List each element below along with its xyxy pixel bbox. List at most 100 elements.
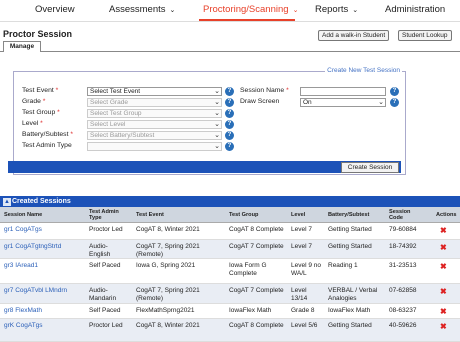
create-session-button[interactable]: Create Session [341, 162, 399, 173]
level-cell: Level 5/6 [291, 322, 318, 329]
col-level[interactable]: Level [291, 212, 305, 218]
session-name-link[interactable]: gr7 CogATvbl LMndrn [4, 287, 67, 295]
delete-icon[interactable]: ✖ [440, 263, 447, 271]
session-name-link[interactable]: gr3 IAread1 [4, 262, 38, 270]
test-group-cell: IowaFlex Math [229, 307, 272, 314]
level-label: Level * [22, 120, 43, 127]
session-code-cell: 40-59626 [389, 322, 417, 329]
help-icon[interactable]: ? [225, 120, 234, 129]
nav-administration[interactable]: Administration [385, 4, 445, 15]
battery-subtest-select[interactable]: Select Battery/Subtest ⌄ [87, 131, 222, 140]
student-lookup-button[interactable]: Student Lookup [398, 30, 452, 41]
draw-screen-select[interactable]: On ⌄ [300, 98, 386, 107]
table-row: gr1 CogATgtngStrtd Audio-English CogAT 7… [0, 240, 460, 259]
chevron-down-icon: ⌄ [292, 7, 299, 14]
test-group-cell: CogAT 7 Complete [229, 287, 284, 294]
col-battery-subtest[interactable]: Battery/Subtest [328, 212, 369, 218]
chevron-down-icon: ⌄ [214, 99, 220, 106]
help-icon[interactable]: ? [225, 98, 234, 107]
level-cell: Level 13/14 [291, 287, 308, 302]
test-admin-type-select[interactable]: ⌄ [87, 142, 222, 151]
battery-cell: IowaFlex Math [328, 307, 371, 314]
create-session-panel: Create New Test Session Test Event * Sel… [13, 67, 406, 175]
test-admin-type-label: Test Admin Type [22, 142, 72, 149]
nav-overview[interactable]: Overview [35, 4, 75, 15]
session-name-link[interactable]: gr1 CogATgs [4, 226, 42, 234]
session-name-label: Session Name * [240, 87, 289, 94]
collapse-icon[interactable]: ▲ [3, 198, 11, 206]
table-row: gr7 CogATvbl LMndrn Audio-Mandarin CogAT… [0, 284, 460, 304]
nav-administration-label: Administration [385, 4, 446, 15]
help-icon[interactable]: ? [225, 142, 234, 151]
sessions-table-header: Session Name Test Admin Type Test Event … [0, 207, 460, 223]
table-row: gr3 IAread1 Self Paced Iowa G, Spring 20… [0, 259, 460, 284]
test-event-cell: Iowa G, Spring 2021 [136, 262, 196, 269]
nav-proctoring-label: Proctoring/Scanning [203, 4, 289, 15]
admin-type-cell: Self Paced [89, 262, 121, 269]
col-session-code[interactable]: Session Code [389, 209, 415, 221]
test-group-label: Test Group * [22, 109, 60, 116]
chevron-down-icon: ⌄ [169, 7, 176, 14]
battery-cell: VERBAL / Verbal Analogies [328, 287, 378, 302]
active-tab-underline [199, 19, 295, 21]
col-test-event[interactable]: Test Event [136, 212, 164, 218]
delete-icon[interactable]: ✖ [440, 244, 447, 252]
admin-type-cell: Proctor Led [89, 322, 123, 329]
created-sessions-header: Created Sessions [0, 196, 460, 207]
nav-assessments[interactable]: Assessments ⌄ [109, 4, 175, 15]
test-group-cell: CogAT 7 Complete [229, 243, 284, 250]
help-icon[interactable]: ? [390, 98, 399, 107]
draw-screen-label: Draw Screen [240, 98, 280, 105]
chevron-down-icon: ⌄ [378, 99, 384, 106]
help-icon[interactable]: ? [225, 87, 234, 96]
header-divider [0, 51, 460, 52]
level-cell: Level 7 [291, 243, 312, 250]
help-icon[interactable]: ? [225, 109, 234, 118]
session-code-cell: 07-62858 [389, 287, 417, 294]
add-walkin-student-button[interactable]: Add a walk-in Student [318, 30, 390, 41]
col-session-name[interactable]: Session Name [4, 212, 42, 218]
test-event-select[interactable]: Select Test Event ⌄ [87, 87, 222, 96]
session-name-link[interactable]: grK CogATgs [4, 322, 43, 330]
col-test-admin-type[interactable]: Test Admin Type [89, 209, 125, 221]
level-select[interactable]: Select Level ⌄ [87, 120, 222, 129]
test-group-cell: Iowa Form G Complete [229, 262, 267, 277]
battery-cell: Getting Started [328, 226, 372, 233]
test-group-select[interactable]: Select Test Group ⌄ [87, 109, 222, 118]
chevron-down-icon: ⌄ [214, 88, 220, 95]
session-code-cell: 18-74392 [389, 243, 417, 250]
admin-type-cell: Audio-Mandarin [89, 287, 117, 302]
col-test-group[interactable]: Test Group [229, 212, 258, 218]
test-event-label: Test Event * [22, 87, 59, 94]
battery-cell: Getting Started [328, 243, 372, 250]
nav-proctoring-scanning[interactable]: Proctoring/Scanning ⌄ [203, 4, 298, 15]
session-code-cell: 79-60884 [389, 226, 417, 233]
session-name-link[interactable]: gr8 FlexMath [4, 307, 42, 315]
grade-label: Grade * [22, 98, 46, 105]
panel-legend: Create New Test Session [325, 67, 402, 74]
session-name-link[interactable]: gr1 CogATgtngStrtd [4, 243, 61, 251]
tab-manage[interactable]: Manage [3, 41, 41, 52]
test-event-cell: CogAT 7, Spring 2021 (Remote) [136, 287, 200, 302]
delete-icon[interactable]: ✖ [440, 288, 447, 296]
battery-cell: Reading 1 [328, 262, 358, 269]
chevron-down-icon: ⌄ [214, 132, 220, 139]
test-event-cell: CogAT 7, Spring 2021 (Remote) [136, 243, 200, 258]
delete-icon[interactable]: ✖ [440, 308, 447, 316]
nav-reports[interactable]: Reports ⌄ [315, 4, 358, 15]
top-nav: Overview Assessments ⌄ Proctoring/Scannin… [0, 0, 460, 22]
chevron-down-icon: ⌄ [352, 7, 359, 14]
grade-select[interactable]: Select Grade ⌄ [87, 98, 222, 107]
session-code-cell: 08-63237 [389, 307, 417, 314]
delete-icon[interactable]: ✖ [440, 227, 447, 235]
help-icon[interactable]: ? [390, 87, 399, 96]
session-name-input[interactable] [300, 87, 386, 96]
test-event-cell: CogAT 8, Winter 2021 [136, 226, 200, 233]
help-icon[interactable]: ? [225, 131, 234, 140]
test-event-cell: FlexMathSprng2021 [136, 307, 195, 314]
nav-reports-label: Reports [315, 4, 349, 15]
admin-type-cell: Proctor Led [89, 226, 123, 233]
delete-icon[interactable]: ✖ [440, 323, 447, 331]
admin-type-cell: Audio-English [89, 243, 111, 258]
nav-overview-label: Overview [35, 4, 75, 15]
